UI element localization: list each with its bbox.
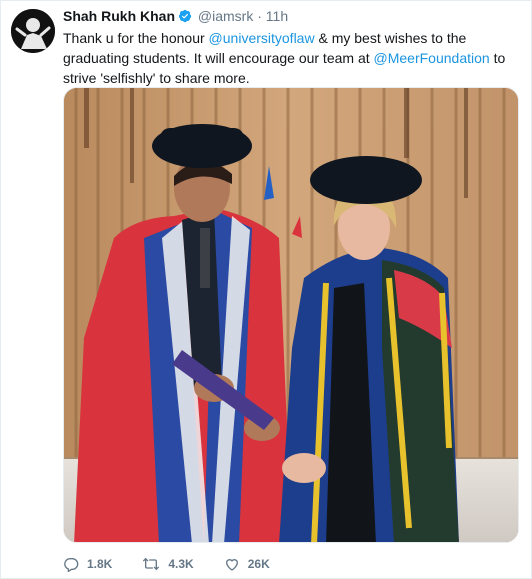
mention-link[interactable]: @universityoflaw xyxy=(209,30,315,46)
tweet-actions: 1.8K 4.3K 26K xyxy=(63,553,300,575)
tweet-text: Thank u for the honour @universityoflaw … xyxy=(63,28,513,88)
tweet-header: Shah Rukh Khan @iamsrk · 11h xyxy=(63,7,517,26)
like-count: 26K xyxy=(247,557,270,571)
graduation-photo-image xyxy=(64,88,518,542)
tweet-content: Shah Rukh Khan @iamsrk · 11h Thank u for… xyxy=(63,7,517,88)
tweet-card[interactable]: Shah Rukh Khan @iamsrk · 11h Thank u for… xyxy=(0,0,532,579)
avatar[interactable] xyxy=(11,9,55,53)
tweet-photo[interactable] xyxy=(63,87,519,543)
reply-button[interactable]: 1.8K xyxy=(63,556,112,572)
reply-icon xyxy=(64,558,79,572)
tweet-text-part: Thank u for the honour xyxy=(63,30,209,46)
author-handle[interactable]: @iamsrk xyxy=(198,8,253,24)
reply-count: 1.8K xyxy=(87,557,113,571)
tweet-timestamp[interactable]: 11h xyxy=(266,8,288,24)
retweet-button[interactable]: 4.3K xyxy=(142,556,194,572)
like-button[interactable]: 26K xyxy=(224,556,270,572)
separator-dot: · xyxy=(257,8,262,24)
heart-icon xyxy=(225,559,238,571)
mention-link[interactable]: @MeerFoundation xyxy=(374,50,490,66)
author-display-name[interactable]: Shah Rukh Khan xyxy=(63,8,175,24)
retweet-count: 4.3K xyxy=(168,557,194,571)
retweet-icon xyxy=(143,558,160,570)
verified-badge-icon xyxy=(178,9,192,23)
